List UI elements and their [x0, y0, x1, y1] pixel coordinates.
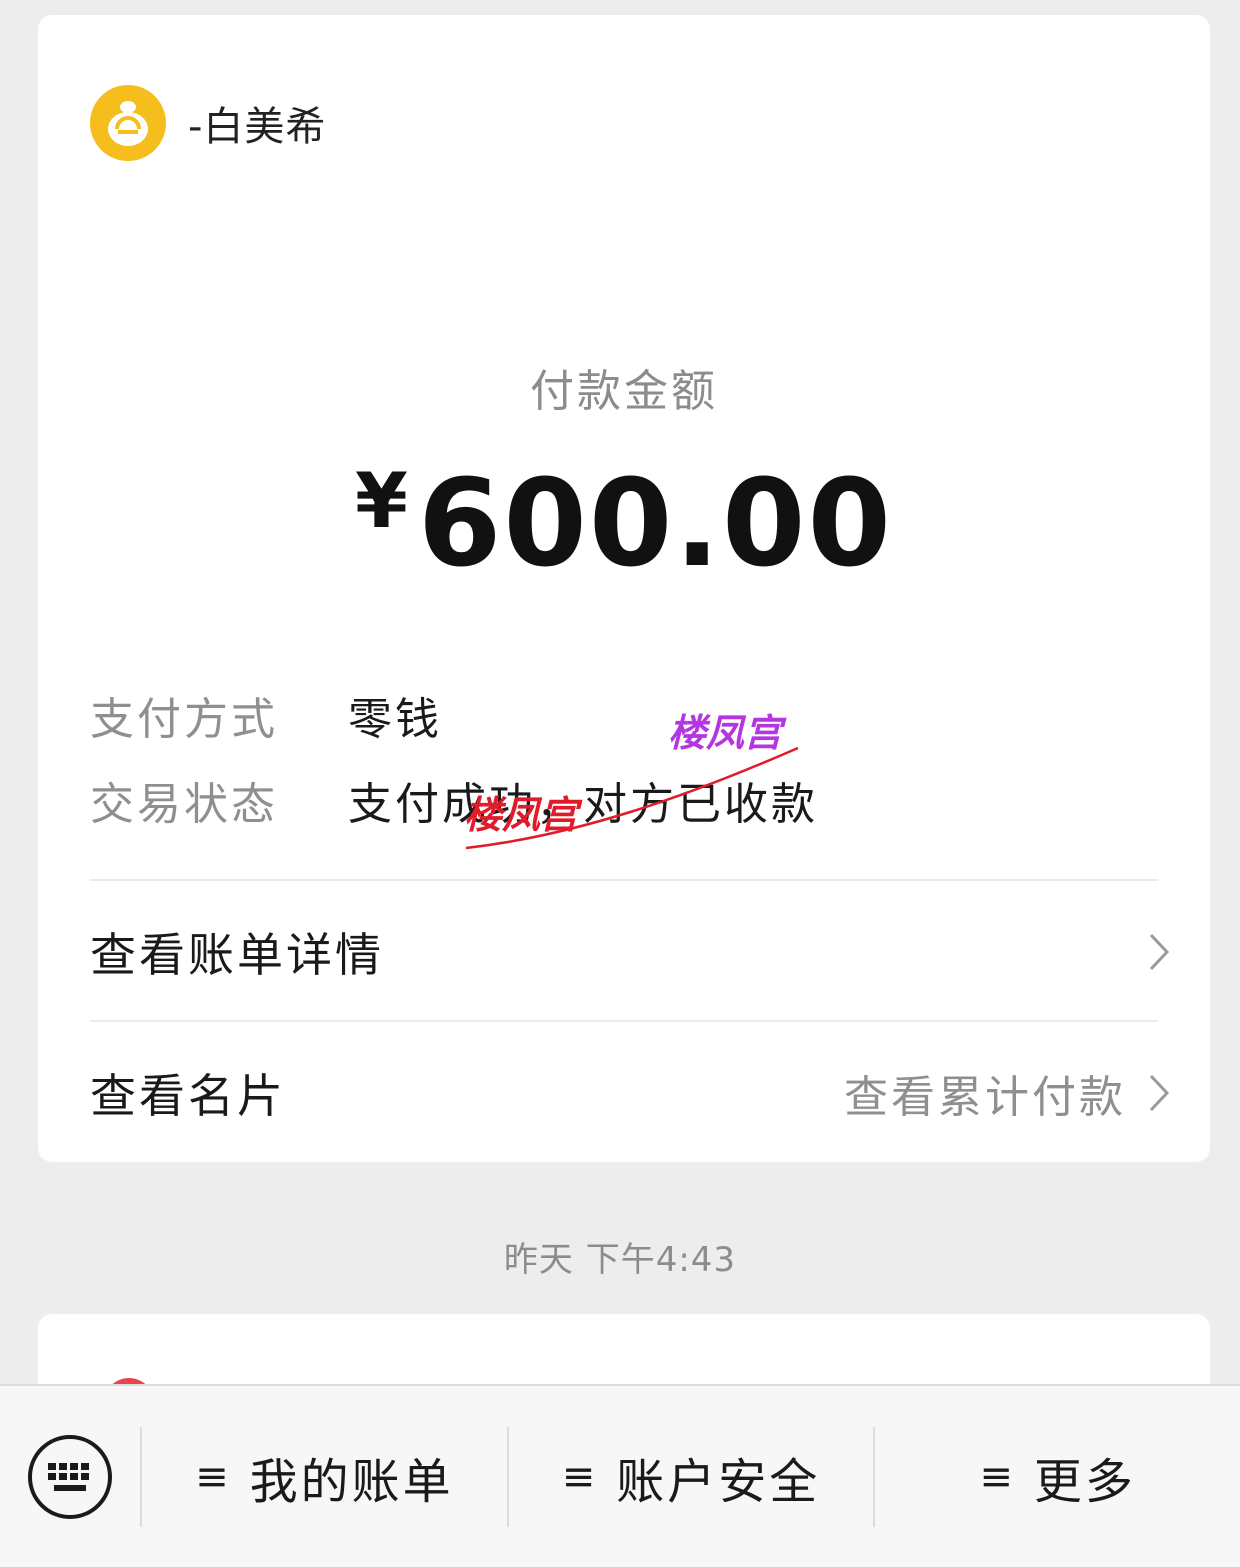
menu-label: 账户安全 [616, 1453, 821, 1510]
view-card-label: 查看名片 [90, 1069, 286, 1123]
divider [90, 879, 1158, 881]
bottom-menu-bar: ≡ 我的账单 ≡ 账户安全 ≡ 更多 [0, 1384, 1240, 1567]
merchant-avatar [90, 85, 166, 161]
currency-symbol: ¥ [355, 456, 408, 545]
view-card-link[interactable]: 查看名片 查看累计付款 [90, 1048, 1170, 1138]
amount-label: 付款金额 [530, 366, 718, 417]
watermark-text: 楼凤宫 [464, 793, 579, 837]
menu-account-security[interactable]: ≡ 账户安全 [509, 1386, 874, 1567]
payment-method-row: 支付方式 零钱 [90, 683, 442, 747]
payment-amount: ¥600.00 [38, 455, 1210, 594]
bill-details-label: 查看账单详情 [90, 928, 384, 982]
bill-details-link[interactable]: 查看账单详情 [90, 907, 1170, 997]
chevron-right-icon [1149, 933, 1170, 971]
message-timestamp: 昨天 下午4:43 [503, 1240, 737, 1280]
payment-method-value: 零钱 [348, 694, 442, 745]
menu-label: 更多 [1033, 1453, 1136, 1510]
payment-card: -白美希 付款金额 ¥600.00 支付方式 零钱 交易状态 支付成功，对方已收… [38, 15, 1210, 1162]
watermark-text: 楼凤宫 [668, 711, 783, 755]
chevron-right-icon [1149, 1074, 1170, 1112]
keyboard-icon [28, 1434, 112, 1519]
menu-list-icon: ≡ [195, 1453, 232, 1500]
cumulative-payments-link[interactable]: 查看累计付款 [844, 1061, 1170, 1125]
transaction-status-label: 交易状态 [90, 779, 278, 830]
cumulative-payments-label: 查看累计付款 [844, 1072, 1126, 1123]
payment-method-label: 支付方式 [90, 694, 278, 745]
wechat-pay-merchant-icon [108, 101, 148, 146]
keyboard-toggle-button[interactable] [0, 1386, 140, 1567]
merchant-name: -白美希 [188, 104, 327, 150]
divider [90, 1020, 1158, 1022]
menu-label: 我的账单 [249, 1453, 454, 1510]
menu-list-icon: ≡ [979, 1453, 1016, 1500]
payment-notification-screen: -白美希 付款金额 ¥600.00 支付方式 零钱 交易状态 支付成功，对方已收… [0, 0, 1240, 1567]
menu-list-icon: ≡ [561, 1453, 599, 1500]
amount-value: 600.00 [417, 455, 893, 594]
menu-my-bills[interactable]: ≡ 我的账单 [142, 1386, 507, 1567]
merchant-header[interactable]: -白美希 [90, 85, 326, 161]
menu-more[interactable]: ≡ 更多 [875, 1386, 1240, 1567]
